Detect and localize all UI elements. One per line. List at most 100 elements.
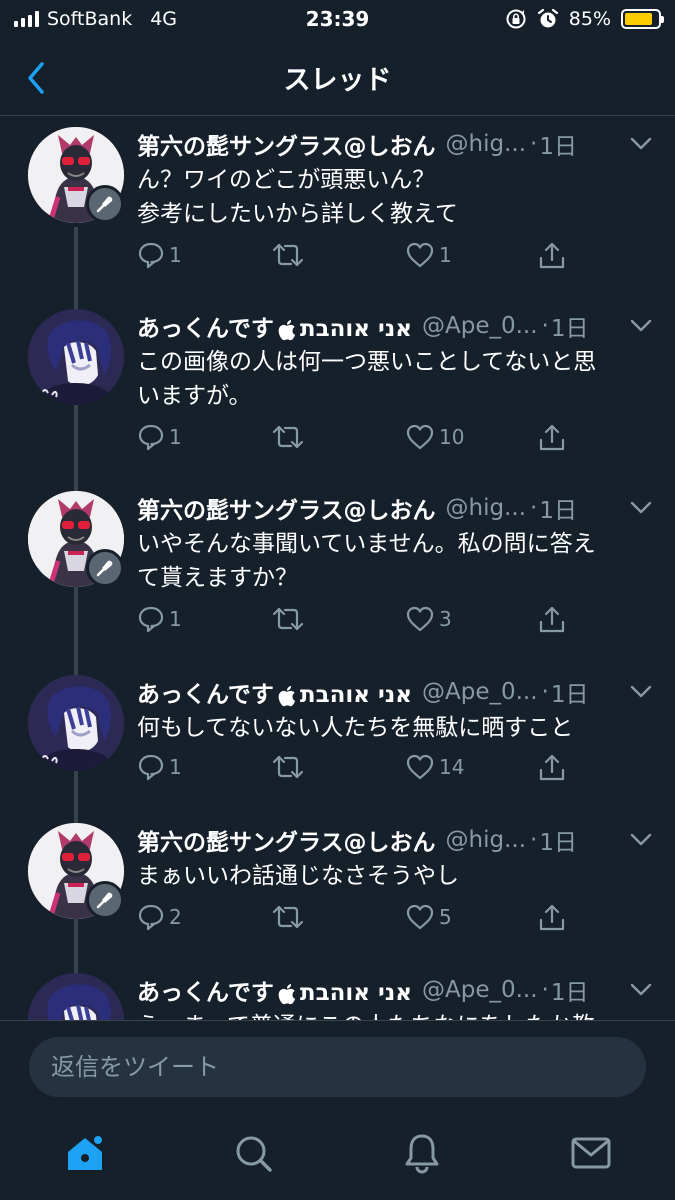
tweet-handle[interactable]: @hig... [446,495,527,521]
battery-icon [621,9,664,29]
reply-button[interactable]: 1 [137,241,182,269]
tweet-timestamp: 1日 [539,498,577,524]
tab-messages[interactable] [566,1128,616,1178]
like-button[interactable]: 1 [405,241,452,269]
like-button[interactable]: 10 [405,423,464,451]
avatar[interactable] [28,973,124,1020]
tweet-timestamp: 1日 [550,980,589,1006]
tab-search[interactable] [228,1128,278,1178]
tweet-header: 第六の髭サングラス@しおん @hig... · 1日 [137,127,657,161]
tweet-actions: 25 [137,903,577,933]
tweet-text-line: いやそんな事聞いていません。私の問に答え [137,531,596,557]
tweet-text: まぁいいわ話通じなさそうやし [137,859,652,893]
page-title: スレッド [283,65,392,96]
reply-button[interactable]: 1 [137,753,182,781]
tab-home[interactable] [60,1128,110,1178]
retweet-icon [272,607,304,631]
share-icon [539,606,565,633]
share-button[interactable] [537,903,567,933]
chevron-down-icon[interactable] [629,315,653,335]
tweet-handle[interactable]: @Ape_0... [422,313,538,339]
avatar[interactable] [28,675,124,771]
reply-button[interactable]: 1 [137,423,182,451]
tweet-text-line: まぁいいわ話通じなさそうやし [137,863,459,889]
reply-button[interactable]: 2 [137,903,182,931]
tweet-author-name[interactable]: 第六の髭サングラス@しおん [137,491,436,525]
thread-list[interactable]: 第六の髭サングラス@しおん @hig... · 1日 ん？ワイのどこが頭悪いん？ 参考にし… [0,117,675,1020]
reply-count: 1 [169,243,182,267]
tab-notifications[interactable] [397,1128,447,1178]
chevron-down-icon[interactable] [629,133,653,153]
tweet-text-line: て貰えますか？ [137,565,298,591]
search-icon [236,1136,272,1172]
tweet-header: 第六の髭サングラス@しおん @hig... · 1日 [137,491,657,525]
like-button[interactable]: 5 [405,903,452,931]
chevron-down-icon[interactable] [629,497,653,517]
separator-dot: · [530,827,538,853]
tweet-text: え、まって普通にこの人たちなにをしたか教 [137,1009,652,1020]
tweet-handle[interactable]: @Ape_0... [422,679,538,705]
share-button[interactable] [537,753,567,783]
tweet-author-name[interactable]: あっくんです אני אוהבת [137,675,412,709]
tweet-text-line: ん？ワイのどこが頭悪いん？ [137,167,436,193]
tweet-author-name[interactable]: あっくんです אני אוהבת [137,309,412,343]
like-count: 10 [439,425,465,449]
author-name-part: אני אוהבת [299,980,412,1006]
tweet-author-name[interactable]: 第六の髭サングラス@しおん [137,823,436,857]
tweet-handle[interactable]: @hig... [446,131,527,157]
battery-fill [625,13,653,25]
tweet-handle[interactable]: @Ape_0... [422,977,538,1003]
reply-count: 1 [169,755,182,779]
tweet-timestamp: 1日 [550,682,589,708]
tweet-text: いやそんな事聞いていません。私の問に答え て貰えますか？ [137,527,652,595]
tweet-author-name[interactable]: あっくんです אני אוהבת [137,973,412,1007]
tweet-header: あっくんです אני אוהבת @Ape_0... · 1日 [137,973,657,1007]
reply-button[interactable]: 1 [137,605,182,633]
author-name-part: あっくんです [137,980,274,1006]
avatar[interactable] [28,309,124,405]
chevron-down-icon[interactable] [629,829,653,849]
reply-count: 2 [169,905,182,929]
reply-icon [138,242,164,269]
tweet-author-name[interactable]: 第六の髭サングラス@しおん [137,127,436,161]
tweet-actions: 1 14 [137,753,577,783]
tweet-timestamp: 1日 [550,316,589,342]
tweet-actions: 11 [137,241,577,271]
apple-logo-icon [278,685,295,706]
like-icon [406,424,434,450]
microphone-badge-icon [86,185,124,223]
retweet-button[interactable] [272,903,308,931]
separator-dot: · [541,977,549,1003]
author-name-part: אני אוהבת [299,316,412,342]
separator-dot: · [541,679,549,705]
separator-dot: · [530,131,538,157]
reply-icon [138,606,164,633]
like-icon [406,242,434,268]
like-button[interactable]: 3 [405,605,452,633]
retweet-icon [272,905,304,929]
apple-logo-icon [278,983,295,1004]
like-button[interactable]: 14 [405,753,464,781]
like-count: 3 [439,607,452,631]
share-button[interactable] [537,423,567,453]
share-icon [539,904,565,931]
microphone-badge-icon [86,881,124,919]
retweet-button[interactable] [272,605,308,633]
tweet-text: この画像の人は何一つ悪いことしてないと思 いますが。 [137,345,652,413]
chevron-down-icon[interactable] [629,681,653,701]
retweet-button[interactable] [272,753,308,781]
share-button[interactable] [537,605,567,635]
reply-count: 1 [169,607,182,631]
battery-percent: 85% [568,8,611,30]
retweet-button[interactable] [272,241,308,269]
share-button[interactable] [537,241,567,271]
chevron-down-icon[interactable] [629,979,653,999]
reply-bar [0,1020,675,1110]
retweet-button[interactable] [272,423,308,451]
like-count: 1 [439,243,452,267]
reply-input[interactable] [29,1037,646,1097]
tweet-handle[interactable]: @hig... [446,827,527,853]
tweet-header: あっくんです אני אוהבת @Ape_0... · 1日 [137,309,657,343]
tweet[interactable]: あっくんです אני אוהבת @Ape_0...·1日え、まって普通にこの人たち… [0,963,675,1020]
home-icon [68,1134,104,1170]
